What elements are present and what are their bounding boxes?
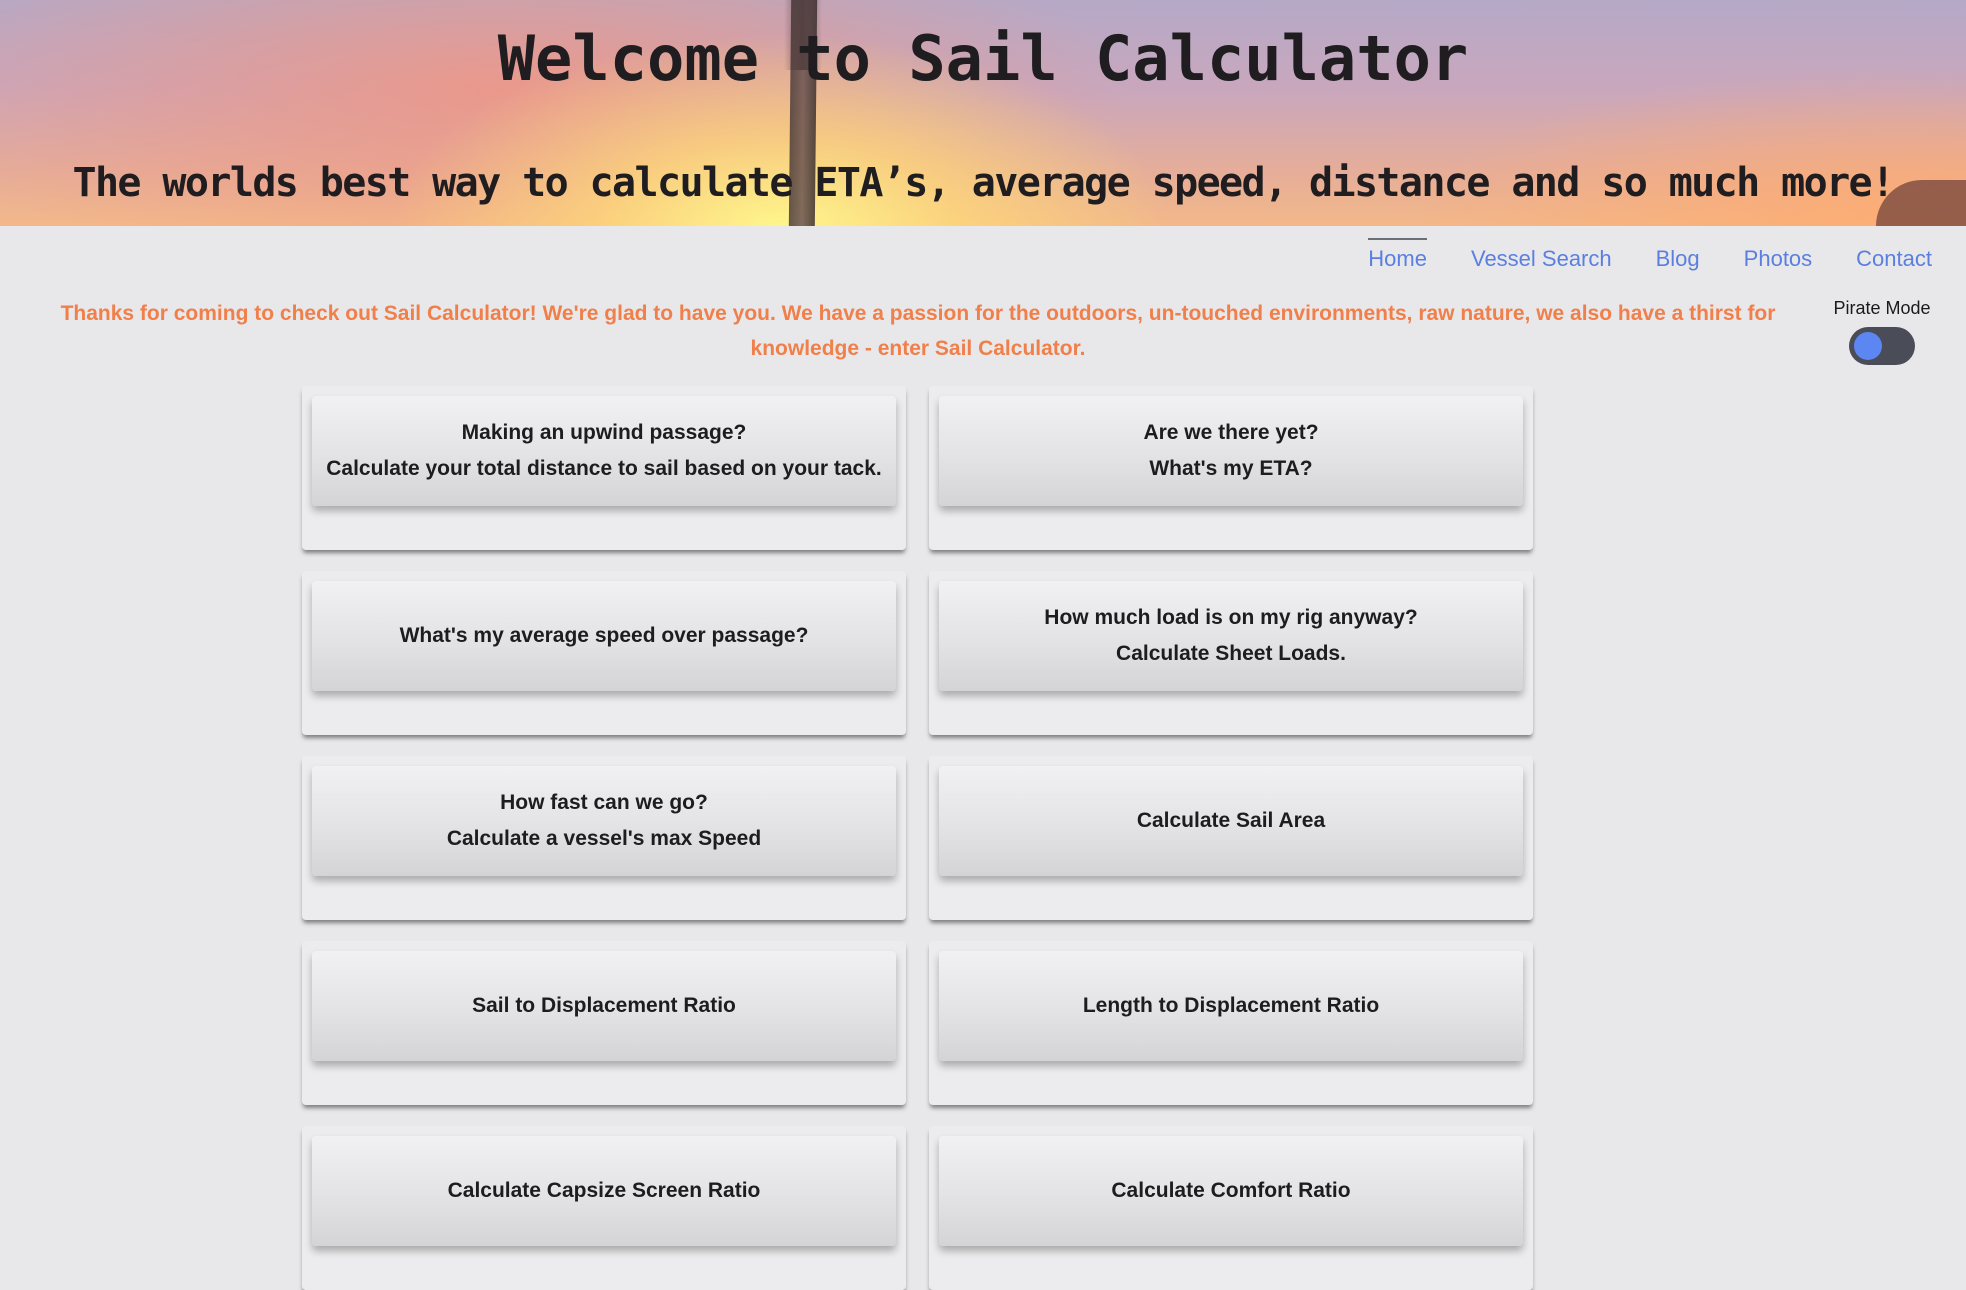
nav-contact[interactable]: Contact <box>1856 238 1932 280</box>
intro-line-1: Thanks for coming to check out Sail Calc… <box>60 302 1776 325</box>
calculator-card: Calculate Sail Area <box>929 756 1533 920</box>
page-title: Welcome to Sail Calculator <box>497 22 1469 95</box>
length-displacement-ratio-button[interactable]: Length to Displacement Ratio <box>939 951 1523 1061</box>
card-line-1: What's my average speed over passage? <box>399 624 809 647</box>
card-line-1: Calculate Capsize Screen Ratio <box>447 1179 761 1202</box>
calculator-card: How much load is on my rig anyway? Calcu… <box>929 571 1533 735</box>
card-line-2: Calculate your total distance to sail ba… <box>326 457 882 480</box>
hero-banner: Welcome to Sail Calculator The worlds be… <box>0 0 1966 226</box>
card-line-2: What's my ETA? <box>1149 457 1313 480</box>
comfort-ratio-button[interactable]: Calculate Comfort Ratio <box>939 1136 1523 1246</box>
upwind-distance-button[interactable]: Making an upwind passage? Calculate your… <box>312 396 896 506</box>
max-speed-button[interactable]: How fast can we go? Calculate a vessel's… <box>312 766 896 876</box>
sheet-loads-button[interactable]: How much load is on my rig anyway? Calcu… <box>939 581 1523 691</box>
page-subtitle: The worlds best way to calculate ETA’s, … <box>72 160 1895 206</box>
sail-displacement-ratio-button[interactable]: Sail to Displacement Ratio <box>312 951 896 1061</box>
average-speed-button[interactable]: What's my average speed over passage? <box>312 581 896 691</box>
main-nav: Home Vessel Search Blog Photos Contact <box>1324 238 1932 280</box>
calculator-card: Are we there yet? What's my ETA? <box>929 386 1533 550</box>
nav-photos[interactable]: Photos <box>1744 238 1813 280</box>
pirate-mode-label: Pirate Mode <box>1833 298 1931 318</box>
toggle-knob <box>1854 332 1882 360</box>
card-line-1: Length to Displacement Ratio <box>1082 994 1380 1017</box>
nav-vessel-search[interactable]: Vessel Search <box>1471 238 1612 280</box>
pirate-mode-control: Pirate Mode <box>1822 298 1942 365</box>
card-line-1: How fast can we go? <box>500 791 708 814</box>
intro-line-2: knowledge - enter Sail Calculator. <box>750 337 1086 360</box>
calculator-card: Making an upwind passage? Calculate your… <box>302 386 906 550</box>
calculator-card: Sail to Displacement Ratio <box>302 941 906 1105</box>
card-line-1: Are we there yet? <box>1143 421 1319 444</box>
capsize-screen-ratio-button[interactable]: Calculate Capsize Screen Ratio <box>312 1136 896 1246</box>
card-line-1: Calculate Comfort Ratio <box>1111 1179 1351 1202</box>
nav-home[interactable]: Home <box>1368 238 1427 280</box>
calculator-card: Length to Displacement Ratio <box>929 941 1533 1105</box>
calculator-card: What's my average speed over passage? <box>302 571 906 735</box>
calculator-card: How fast can we go? Calculate a vessel's… <box>302 756 906 920</box>
nav-blog[interactable]: Blog <box>1656 238 1700 280</box>
card-line-1: Calculate Sail Area <box>1136 809 1326 832</box>
card-line-2: Calculate Sheet Loads. <box>1116 642 1346 665</box>
calculator-card: Calculate Comfort Ratio <box>929 1126 1533 1290</box>
intro-text: Thanks for coming to check out Sail Calc… <box>60 296 1776 366</box>
card-line-2: Calculate a vessel's max Speed <box>446 827 762 850</box>
card-line-1: Making an upwind passage? <box>461 421 747 444</box>
calculator-card: Calculate Capsize Screen Ratio <box>302 1126 906 1290</box>
pirate-mode-toggle[interactable] <box>1849 327 1915 365</box>
card-line-1: How much load is on my rig anyway? <box>1044 606 1418 629</box>
card-line-1: Sail to Displacement Ratio <box>472 994 736 1017</box>
eta-button[interactable]: Are we there yet? What's my ETA? <box>939 396 1523 506</box>
sail-area-button[interactable]: Calculate Sail Area <box>939 766 1523 876</box>
